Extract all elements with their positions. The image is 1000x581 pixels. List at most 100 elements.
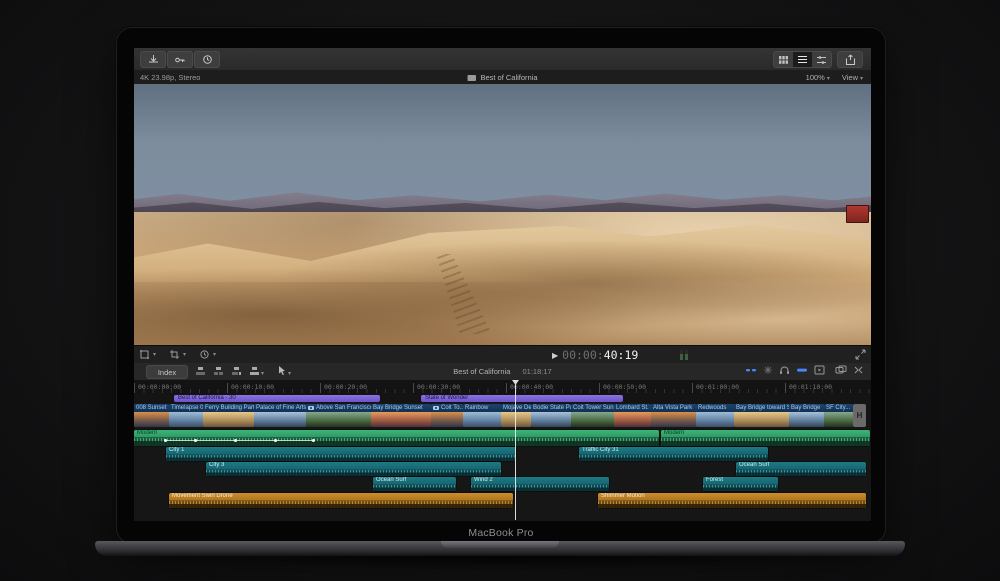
timeline-clip[interactable]: Ocean Surf [373, 477, 456, 491]
timeline-clip[interactable]: Movement Swirl Drone [169, 493, 513, 508]
storyline-end-cap: H [853, 404, 866, 427]
audio-waveform [373, 485, 456, 491]
skimming-toggle-icon[interactable] [746, 367, 756, 375]
clip-name: Bay Bridge [789, 404, 824, 412]
filmstrip-clip[interactable]: Mojave Desert [501, 404, 532, 427]
filmstrip-clip[interactable]: Ferry Building Part 2 [203, 404, 255, 427]
volume-keyframe-line [164, 440, 314, 441]
filmstrip-clip[interactable]: Bodie State Park [531, 404, 572, 427]
macbook-base [95, 541, 905, 556]
clip-name: Ferry Building Part 2 [203, 404, 254, 412]
transport-bar: ▾ ▾ ▾ ▶ 00:00:40:19 [134, 345, 871, 365]
play-icon[interactable]: ▶ [552, 351, 558, 360]
clip-thumbnails [169, 412, 203, 427]
timeline-clip[interactable]: Traffic City 31 [579, 447, 768, 461]
timeline-project-title: Best of California [453, 367, 511, 376]
filmstrip-clip[interactable]: 008 Sunset [134, 404, 170, 427]
dune-shadows [134, 242, 871, 345]
clip-thumbnails [571, 412, 614, 427]
timeline-clip[interactable]: Wind 2 [471, 477, 609, 491]
volume-keyframe[interactable] [234, 439, 237, 442]
import-media-icon[interactable] [140, 51, 166, 68]
macbook-screen: 4K 23.98p, Stereo Best of California 100… [116, 27, 886, 544]
clip-name: Bodie State Park [531, 404, 571, 412]
timeline-clip[interactable]: Modern [661, 430, 870, 446]
audio-meters[interactable] [680, 350, 688, 360]
sand-dunes [134, 212, 871, 345]
filmstrip-clip[interactable]: Redwoods [696, 404, 735, 427]
timeline-clip[interactable]: City 3 [206, 462, 501, 476]
timeline-clip[interactable]: Modern [134, 430, 659, 446]
transform-dropdown[interactable]: ▾ [140, 350, 156, 359]
retime-dropdown[interactable]: ▾ [200, 350, 216, 359]
clip-name: SF City... [824, 404, 853, 412]
list-view-icon[interactable] [793, 52, 812, 67]
filmstrip-clip[interactable]: Coit To... [431, 404, 464, 427]
project-icon [467, 75, 477, 81]
volume-keyframe[interactable] [164, 439, 167, 442]
clip-thumbnails [254, 412, 306, 427]
audio-waveform [579, 455, 768, 461]
clip-label: Ocean Surf [373, 477, 456, 484]
filmstrip-clip[interactable]: Timelapse 008 [169, 404, 204, 427]
audio-waveform [166, 455, 516, 461]
toggle-inspector-icon[interactable] [854, 366, 863, 376]
clip-thumbnails [463, 412, 501, 427]
filmstrip-clip[interactable]: Bay Bridge Sunset [371, 404, 432, 427]
audio-waveform [206, 470, 501, 476]
chapter-marker-row: Best of California - 30 State of Wonder [134, 394, 871, 403]
timeline-clip[interactable]: Forest [703, 477, 778, 491]
clip-label: Forest [703, 477, 778, 484]
clip-thumbnails [734, 412, 789, 427]
connected-clip-lanes: Modern Modern City 1 Traffic City 31 City 3 O… [134, 430, 871, 521]
snapping-toggle-icon[interactable] [797, 367, 807, 375]
clip-name: Timelapse 008 [169, 404, 203, 412]
clip-name: 008 Sunset [134, 404, 169, 412]
clip-label: Modern [134, 430, 659, 437]
background-tasks-icon[interactable] [194, 51, 220, 68]
filmstrip-clip[interactable]: SF City... [824, 404, 854, 427]
filmstrip-clip[interactable]: Palace of Fine Arts [254, 404, 307, 427]
ruler-tick: 00:01:10:00 [785, 383, 832, 393]
timeline-clip[interactable]: City 1 [166, 447, 516, 461]
audio-waveform [703, 485, 778, 491]
audio-waveform [736, 470, 866, 476]
audio-waveform [598, 501, 866, 508]
keyword-editor-icon[interactable] [167, 51, 193, 68]
volume-keyframe[interactable] [312, 439, 315, 442]
timeline-toolbar: Index ▾ ▾ Best of California 01:18:17 [134, 363, 871, 381]
playhead[interactable] [515, 380, 516, 520]
crop-dropdown[interactable]: ▾ [170, 350, 186, 359]
volume-keyframe[interactable] [274, 439, 277, 442]
ruler-tick: 00:00:30:00 [413, 383, 460, 393]
filmstrip-clip[interactable]: Rainbow [463, 404, 502, 427]
clip-label: City 1 [166, 447, 516, 454]
chapter-marker[interactable]: Best of California - 30 [174, 395, 380, 402]
filmstrip-clip[interactable]: Coit Tower Sunset [571, 404, 615, 427]
camera-icon [308, 406, 314, 410]
transitions-browser-icon[interactable] [835, 365, 847, 376]
clip-thumbnails [371, 412, 431, 427]
share-icon[interactable] [837, 51, 863, 68]
filmstrip-clip[interactable]: Above San Francisco [306, 404, 372, 427]
expand-icon[interactable] [855, 349, 866, 361]
filmstrip-clip[interactable]: Bay Bridge [789, 404, 825, 427]
clip-appearance-icon[interactable] [812, 52, 831, 67]
filmstrip-clip[interactable]: Lombard St. [614, 404, 652, 427]
chapter-marker[interactable]: State of Wonder [421, 395, 623, 402]
timeline-clip[interactable]: Ocean Surf [736, 462, 866, 476]
timeline-clip[interactable]: Shimmer Motion [598, 493, 866, 508]
audio-waveform [471, 485, 609, 491]
audio-skimming-toggle-icon[interactable] [764, 366, 772, 376]
zoom-level-dropdown[interactable]: 100% ▾ [806, 73, 830, 82]
ruler-tick: 00:01:00:00 [692, 383, 739, 393]
filmstrip-clip[interactable]: Bay Bridge toward SF [734, 404, 790, 427]
volume-keyframe[interactable] [194, 439, 197, 442]
view-dropdown[interactable]: View ▾ [842, 73, 863, 82]
timeline-ruler[interactable]: 00:00:00:00 00:00:10:00 00:00:20:00 00:00:3… [134, 380, 871, 395]
solo-toggle-icon[interactable] [780, 366, 789, 376]
clip-label: Traffic City 31 [579, 447, 768, 454]
effects-browser-icon[interactable] [814, 365, 825, 376]
filmstrip-view-icon[interactable] [774, 52, 793, 67]
filmstrip-clip[interactable]: Alta Vista Park [651, 404, 697, 427]
